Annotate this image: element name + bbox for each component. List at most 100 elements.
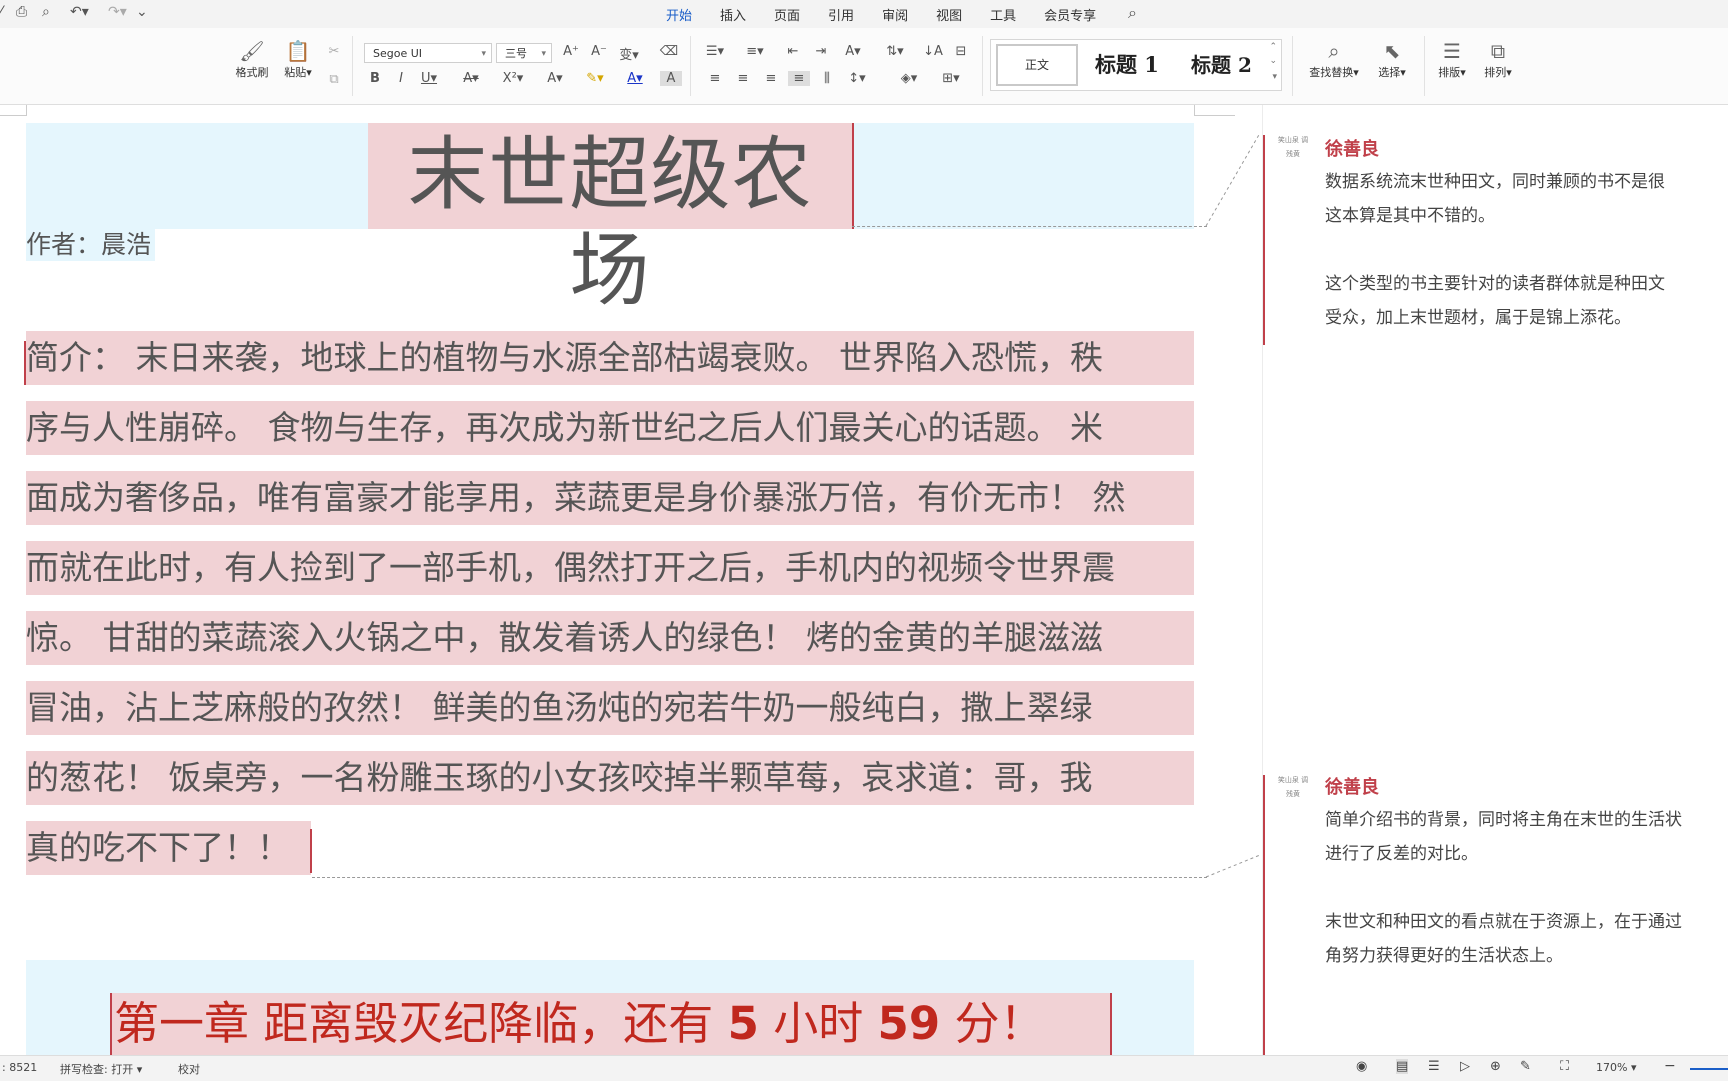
fit-page-icon[interactable]: ⛶	[1560, 1059, 1569, 1074]
intro-line[interactable]: 的葱花！ 饭桌旁，一名粉雕玉琢的小女孩咬掉半颗草莓，哀求道：哥，我	[26, 751, 1194, 805]
arrange-icon: ⧉	[1490, 39, 1506, 63]
play-icon[interactable]: ▷	[1460, 1059, 1470, 1074]
page-view-icon[interactable]: ▤	[1396, 1059, 1409, 1074]
line-spacing-icon[interactable]: ↕▾	[846, 71, 868, 86]
clear-format-icon[interactable]: ⌫	[658, 44, 680, 59]
outline-view-icon[interactable]: ☰	[1428, 1059, 1440, 1074]
cut-icon[interactable]: ✂	[323, 44, 345, 59]
brush-icon: 🖌	[239, 39, 265, 63]
strikethrough-icon[interactable]: A▾	[460, 71, 482, 86]
justify-icon[interactable]: ≡	[788, 71, 810, 86]
char-shading-icon[interactable]: A	[660, 71, 682, 86]
style-more-icon[interactable]: ▾	[1272, 72, 1277, 82]
customize-icon[interactable]: ⌄	[136, 4, 148, 20]
title-bar: ⁄ ⎙ ⌕ ↶▾ ↷▾ ⌄ 开始 插入 页面 引用 审阅 视图 工具 会员专享 …	[0, 0, 1728, 30]
spell-check-toggle[interactable]: 拼写检查: 打开 ▾	[60, 1061, 142, 1077]
bold-icon[interactable]: B	[364, 71, 386, 86]
magnifier-icon: ⌕	[1328, 39, 1340, 63]
highlight-icon[interactable]: ✎▾	[584, 71, 606, 86]
word-count[interactable]: : 8521	[2, 1061, 37, 1074]
undo-icon[interactable]: ↶▾	[70, 4, 89, 20]
paste-button[interactable]: 📋 粘贴▾	[276, 38, 320, 80]
zoom-level[interactable]: 170% ▾	[1596, 1061, 1636, 1074]
tab-insert[interactable]: 插入	[706, 0, 760, 28]
layout-icon: ☰	[1443, 39, 1461, 63]
tab-review[interactable]: 审阅	[868, 0, 922, 28]
decrease-indent-icon[interactable]: ⇤	[782, 44, 804, 59]
style-normal[interactable]: 正文	[996, 44, 1078, 86]
numbered-list-icon[interactable]: ≡▾	[744, 44, 766, 59]
increase-indent-icon[interactable]: ⇥	[810, 44, 832, 59]
text-direction-icon[interactable]: A▾	[842, 44, 864, 59]
style-heading-1[interactable]: 标题 1	[1095, 44, 1159, 86]
format-painter-button[interactable]: 🖌 格式刷	[230, 38, 274, 80]
document-title[interactable]: 末世超级农场	[368, 127, 852, 319]
bullet-list-icon[interactable]: ☰▾	[704, 44, 726, 59]
sort-icon[interactable]: ⇅▾	[884, 44, 906, 59]
style-scroll-up-icon[interactable]: ⌃	[1269, 42, 1277, 52]
pen-icon[interactable]: ✎	[1520, 1059, 1531, 1074]
status-bar: : 8521 拼写检查: 打开 ▾ 校对 ◉ ▤ ☰ ▷ ⊕ ✎ ⛶ 170% …	[0, 1055, 1728, 1081]
italic-icon[interactable]: I	[390, 71, 412, 86]
tab-tools[interactable]: 工具	[976, 0, 1030, 28]
intro-line[interactable]: 面成为奢侈品，唯有富豪才能享用，菜蔬更是身价暴涨万倍，有价无市！ 然	[26, 471, 1194, 525]
select-button[interactable]: ⬉ 选择▾	[1370, 38, 1414, 80]
document-area: 末世超级农场 作者：晨浩 简介： 末日来袭，地球上的植物与水源全部枯竭衰败。 世…	[0, 105, 1728, 1055]
font-name-select[interactable]: Segoe UI ▾	[364, 43, 492, 63]
tab-references[interactable]: 引用	[814, 0, 868, 28]
intro-line[interactable]: 序与人性崩碎。 食物与生存，再次成为新世纪之后人们最关心的话题。 米	[26, 401, 1194, 455]
web-view-icon[interactable]: ⊕	[1490, 1059, 1501, 1074]
phonetic-icon[interactable]: 变▾	[618, 44, 640, 63]
menu-icon[interactable]: ⁄	[0, 4, 2, 20]
distribute-icon[interactable]: ⫼	[816, 71, 838, 86]
tab-view[interactable]: 视图	[922, 0, 976, 28]
redo-icon[interactable]: ↷▾	[108, 4, 127, 20]
zoom-out-icon[interactable]: −	[1664, 1058, 1676, 1074]
cursor-arrow-icon: ⬉	[1383, 39, 1401, 63]
style-gallery: 正文 标题 1 标题 2 ⌃ ⌄ ▾	[990, 39, 1282, 91]
document-page[interactable]: 末世超级农场 作者：晨浩 简介： 末日来袭，地球上的植物与水源全部枯竭衰败。 世…	[0, 105, 1262, 1055]
layout-button[interactable]: ☰ 排版▾	[1432, 38, 1472, 80]
proofread-button[interactable]: 校对	[178, 1061, 200, 1077]
underline-icon[interactable]: U▾	[418, 71, 440, 86]
zoom-slider[interactable]	[1690, 1068, 1728, 1070]
ribbon: 🖌 格式刷 📋 粘贴▾ ✂ ⧉ Segoe UI ▾ 三号 ▾ A⁺ A⁻ 变▾ ⌫…	[0, 28, 1728, 105]
style-heading-2[interactable]: 标题 2	[1191, 44, 1252, 86]
align-left-icon[interactable]: ≡	[704, 71, 726, 86]
text-effect-icon[interactable]: A▾	[544, 71, 566, 86]
intro-line[interactable]: 真的吃不下了！！	[26, 821, 1194, 875]
avatar: 笑山泉 调残黄	[1277, 136, 1309, 158]
superscript-icon[interactable]: X²▾	[502, 71, 524, 86]
tab-home[interactable]: 开始	[652, 0, 706, 30]
shading-icon[interactable]: ◈▾	[898, 71, 920, 86]
border-icon[interactable]: ⊞▾	[940, 71, 962, 86]
copy-icon[interactable]: ⧉	[323, 72, 345, 87]
font-size-select[interactable]: 三号 ▾	[496, 43, 552, 63]
show-marks-icon[interactable]: ⊟	[950, 44, 972, 59]
tab-page[interactable]: 页面	[760, 0, 814, 28]
print-preview-icon[interactable]: ⌕	[42, 4, 50, 20]
intro-line[interactable]: 冒油，沾上芝麻般的孜然！ 鲜美的鱼汤炖的宛若牛奶一般纯白，撒上翠绿	[26, 681, 1194, 735]
print-icon[interactable]: ⎙	[16, 4, 27, 20]
arrange-button[interactable]: ⧉ 排列▾	[1478, 38, 1518, 80]
intro-line[interactable]: 而就在此时，有人捡到了一部手机，偶然打开之后，手机内的视频令世界震	[26, 541, 1194, 595]
tab-member[interactable]: 会员专享	[1030, 0, 1110, 28]
search-icon[interactable]: ⌕	[1128, 3, 1137, 23]
comment-pane: 笑山泉 调残黄 徐善良 数据系统流末世种田文，同时兼顾的书不是很 这本算是其中不…	[1262, 105, 1728, 1055]
eye-icon[interactable]: ◉	[1356, 1059, 1367, 1074]
avatar: 笑山泉 调残黄	[1277, 776, 1309, 798]
style-scroll-down-icon[interactable]: ⌄	[1269, 56, 1277, 66]
align-center-icon[interactable]: ≡	[732, 71, 754, 86]
grow-font-icon[interactable]: A⁺	[560, 44, 582, 59]
shrink-font-icon[interactable]: A⁻	[588, 44, 610, 59]
font-color-icon[interactable]: A▾	[624, 71, 646, 86]
intro-line[interactable]: 简介： 末日来袭，地球上的植物与水源全部枯竭衰败。 世界陷入恐慌，秩	[26, 331, 1194, 385]
intro-line[interactable]: 惊。 甘甜的菜蔬滚入火锅之中，散发着诱人的绿色！ 烤的金黄的羊腿滋滋	[26, 611, 1194, 665]
comment-author: 徐善良	[1325, 139, 1379, 160]
align-right-icon[interactable]: ≡	[760, 71, 782, 86]
author-line[interactable]: 作者：晨浩	[26, 229, 156, 261]
sort-az-icon[interactable]: ↓A	[922, 44, 944, 59]
clipboard-icon: 📋	[285, 39, 311, 63]
chapter-heading[interactable]: 第一章 距离毁灭纪降临，还有 5 小时 59 分！	[114, 993, 1104, 1055]
find-replace-button[interactable]: ⌕ 查找替换▾	[1304, 38, 1364, 80]
